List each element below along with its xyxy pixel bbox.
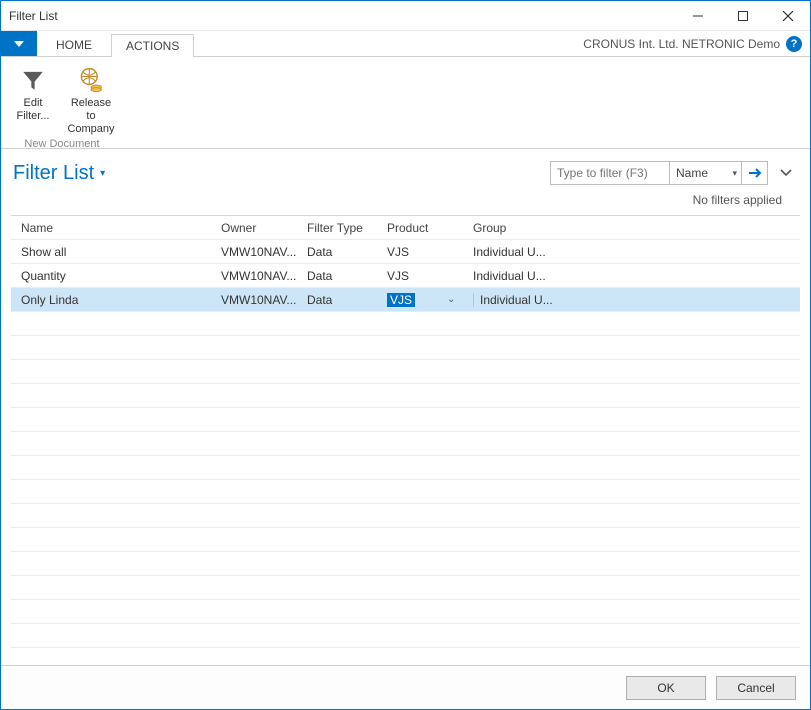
quick-filter-field-select[interactable]: Name ▾ [670,161,742,185]
col-header-type[interactable]: Filter Type [307,221,387,235]
titlebar: Filter List [1,1,810,31]
apply-filter-button[interactable] [742,161,768,185]
cell-owner: VMW10NAV... [221,245,307,259]
filters-status: No filters applied [1,185,810,211]
cell-product: VJS [387,245,473,259]
ok-button[interactable]: OK [626,676,706,700]
empty-row [11,432,800,456]
chevron-down-icon [780,169,792,177]
cell-product[interactable]: VJS⌄ [387,293,473,307]
empty-row [11,528,800,552]
table-row[interactable]: Only LindaVMW10NAV...DataVJS⌄Individual … [11,288,800,312]
window-title: Filter List [9,9,58,23]
maximize-button[interactable] [720,1,765,31]
ribbon-tabs: HOME ACTIONS CRONUS Int. Ltd. NETRONIC D… [1,31,810,57]
cell-filter-type: Data [307,269,387,283]
expand-filter-pane-button[interactable] [774,169,798,177]
file-tab-dropdown[interactable] [1,31,37,56]
cell-filter-type: Data [307,245,387,259]
help-icon[interactable]: ? [786,36,802,52]
cell-name: Quantity [11,269,221,283]
empty-row [11,480,800,504]
table-row[interactable]: Show allVMW10NAV...DataVJSIndividual U..… [11,240,800,264]
empty-row [11,408,800,432]
page-title-dropdown[interactable]: Filter List ▾ [13,162,105,185]
cell-group: Individual U... [473,293,800,307]
col-header-name[interactable]: Name [11,221,221,235]
empty-row [11,576,800,600]
globe-coins-icon [77,63,105,97]
chevron-down-icon: ▾ [100,168,105,179]
tab-actions[interactable]: ACTIONS [111,34,194,57]
empty-row [11,360,800,384]
table-row[interactable]: QuantityVMW10NAV...DataVJSIndividual U..… [11,264,800,288]
col-header-product[interactable]: Product [387,221,473,235]
empty-row [11,504,800,528]
funnel-icon [20,63,46,97]
cell-filter-type: Data [307,293,387,307]
empty-row [11,600,800,624]
chevron-down-icon[interactable]: ⌄ [447,294,455,305]
content-header: Filter List ▾ Name ▾ [1,149,810,185]
empty-row [11,624,800,648]
grid-header: Name Owner Filter Type Product Group [11,216,800,240]
company-label: CRONUS Int. Ltd. NETRONIC Demo [583,37,780,51]
close-button[interactable] [765,1,810,31]
cell-group: Individual U... [473,269,800,283]
page-title: Filter List [13,162,94,185]
empty-row [11,312,800,336]
cell-name: Only Linda [11,293,221,307]
edit-filter-button[interactable]: Edit Filter... [7,61,59,138]
cell-name: Show all [11,245,221,259]
cell-owner: VMW10NAV... [221,269,307,283]
cell-product: VJS [387,269,473,283]
arrow-right-icon [748,167,762,179]
minimize-button[interactable] [675,1,720,31]
filter-grid: Name Owner Filter Type Product Group Sho… [11,215,800,665]
quick-filter-input[interactable] [550,161,670,185]
cell-owner: VMW10NAV... [221,293,307,307]
release-to-company-button[interactable]: Release to Company [65,61,117,138]
empty-row [11,384,800,408]
col-header-owner[interactable]: Owner [221,221,307,235]
dialog-footer: OK Cancel [1,665,810,709]
chevron-down-icon: ▾ [732,168,737,179]
empty-row [11,336,800,360]
empty-row [11,552,800,576]
ribbon-group-new-document: Edit Filter... Release to Company New Do… [7,61,117,146]
empty-row [11,456,800,480]
cell-group: Individual U... [473,245,800,259]
col-header-group[interactable]: Group [473,221,800,235]
ribbon-body: Edit Filter... Release to Company New Do… [1,57,810,149]
empty-row [11,648,800,665]
tab-home[interactable]: HOME [41,33,107,56]
cancel-button[interactable]: Cancel [716,676,796,700]
